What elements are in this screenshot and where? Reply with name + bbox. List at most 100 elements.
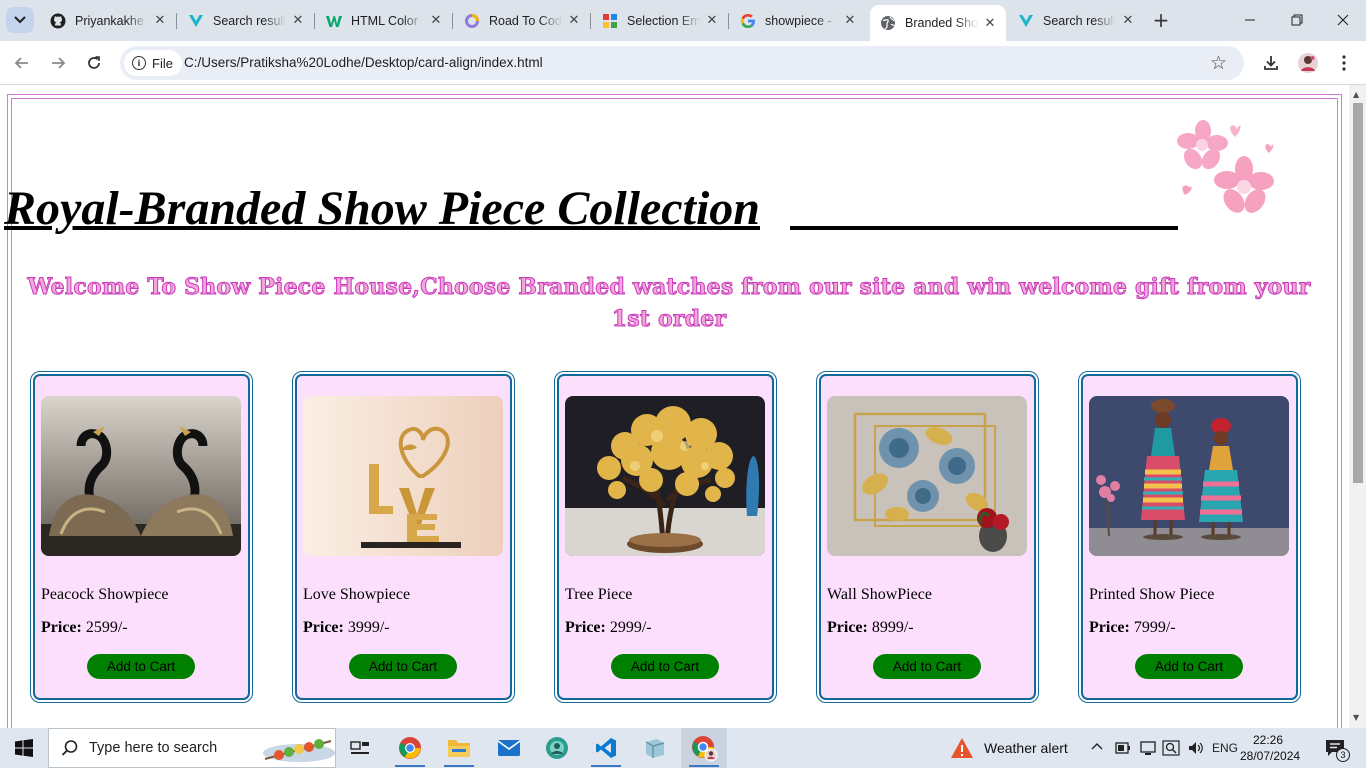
taskbar-chrome[interactable] [387, 728, 433, 768]
close-icon[interactable]: ✕ [704, 13, 720, 29]
plus-icon: + [1152, 8, 1170, 32]
language-indicator[interactable]: ENG [1212, 741, 1238, 755]
taskbar-vscode[interactable] [583, 728, 629, 768]
arrow-right-icon [52, 57, 66, 69]
start-button[interactable] [0, 728, 48, 768]
page-title: Royal-Branded Show Piece Collection [4, 182, 760, 235]
camera-privacy-icon[interactable] [1162, 740, 1180, 760]
task-view-button[interactable] [337, 728, 383, 768]
globe-icon [880, 15, 896, 31]
browser-tab-strip: Priyankakhe ✕ Search result ✕ HTML Color… [0, 0, 1366, 41]
forward-button[interactable] [45, 50, 71, 76]
scroll-down-icon[interactable]: ▼ [1353, 713, 1359, 722]
grid-logo-icon [602, 13, 618, 29]
price-value: 2999/- [609, 619, 652, 636]
add-to-cart-button[interactable]: Add to Cart [349, 654, 457, 679]
network-icon[interactable] [1139, 740, 1157, 760]
close-icon[interactable]: ✕ [566, 13, 582, 29]
tab-github[interactable]: Priyankakhe ✕ [40, 6, 176, 35]
price-value: 7999/- [1133, 619, 1176, 636]
profile-button[interactable] [1296, 51, 1320, 75]
product-price: Price: 7999/- [1089, 619, 1176, 637]
product-card: Printed Show Piece Price: 7999/- Add to … [1078, 371, 1301, 703]
tab-divider [728, 13, 729, 29]
add-to-cart-button[interactable]: Add to Cart [873, 654, 981, 679]
google-icon [740, 13, 756, 29]
vscode-icon [596, 738, 616, 758]
globe-app-icon [546, 737, 568, 759]
tab-road-to-code[interactable]: Road To Cod ✕ [454, 6, 590, 35]
tab-selection[interactable]: Selection Em ✕ [592, 6, 728, 35]
info-icon: i [132, 56, 146, 70]
taskbar-browser-app[interactable] [534, 728, 580, 768]
tab-label: Branded Sho [905, 16, 978, 30]
battery-plug-icon[interactable] [1114, 740, 1132, 760]
welcome-message: Welcome To Show Piece House,Choose Brand… [27, 274, 1311, 333]
taskbar-file-explorer[interactable] [436, 728, 482, 768]
price-label: Price: [303, 619, 344, 636]
volume-icon[interactable] [1187, 740, 1205, 760]
taskbar-search-box[interactable]: Type here to search [48, 728, 336, 768]
product-name: Peacock Showpiece [41, 586, 169, 603]
system-clock[interactable]: 22:26 28/07/2024 [1240, 732, 1300, 764]
close-icon[interactable]: ✕ [152, 13, 168, 29]
close-icon[interactable]: ✕ [1120, 13, 1136, 29]
page-scrollbar[interactable]: ▲ ▼ [1349, 85, 1366, 728]
avatar [1298, 53, 1318, 73]
notification-center-button[interactable]: 3 [1316, 736, 1350, 762]
windows-logo-icon [15, 739, 33, 757]
printed-dolls-image [1089, 396, 1289, 556]
close-icon[interactable]: ✕ [428, 13, 444, 29]
tab-search-button[interactable] [6, 7, 34, 33]
tab-showpiece-google[interactable]: showpiece - ✕ [730, 6, 866, 35]
swan-pair-image [41, 396, 241, 556]
v-logo-icon [188, 13, 204, 29]
price-label: Price: [827, 619, 868, 636]
price-value: 3999/- [347, 619, 390, 636]
taskbar-chrome-profile[interactable] [681, 728, 727, 768]
weather-widget[interactable]: Weather alert [950, 728, 1068, 768]
search-highlight-icon [263, 739, 335, 762]
close-window-button[interactable] [1329, 8, 1357, 32]
tab-branded-showpiece[interactable]: Branded Sho ✕ [870, 5, 1006, 41]
product-price: Price: 8999/- [827, 619, 914, 637]
url-text[interactable]: C:/Users/Pratiksha%20Lodhe/Desktop/card-… [184, 55, 543, 70]
search-placeholder: Type here to search [89, 740, 218, 756]
add-to-cart-button[interactable]: Add to Cart [1135, 654, 1243, 679]
reload-button[interactable] [81, 50, 107, 76]
arrow-left-icon [14, 57, 28, 69]
tab-divider [176, 13, 177, 29]
taskbar-app-cube[interactable] [632, 728, 678, 768]
tab-html-color[interactable]: HTML Color ✕ [316, 6, 452, 35]
new-tab-button[interactable]: + [1150, 8, 1172, 32]
close-icon[interactable]: ✕ [842, 13, 858, 29]
scroll-up-icon[interactable]: ▲ [1353, 90, 1359, 99]
tab-search-result-2[interactable]: Search result ✕ [1008, 6, 1144, 35]
bookmark-star-icon[interactable]: ☆ [1210, 52, 1227, 74]
tab-label: Road To Cod [489, 13, 562, 28]
tab-label: HTML Color [351, 13, 418, 28]
scrollbar-thumb[interactable] [1353, 103, 1363, 483]
site-info-chip[interactable]: i File [124, 50, 182, 76]
downloads-button[interactable] [1259, 51, 1283, 75]
browser-menu-button[interactable] [1332, 51, 1356, 75]
title-underline [790, 226, 1178, 230]
back-button[interactable] [9, 50, 35, 76]
tab-search-result-1[interactable]: Search result ✕ [178, 6, 314, 35]
add-to-cart-button[interactable]: Add to Cart [611, 654, 719, 679]
close-icon[interactable]: ✕ [982, 15, 998, 31]
restore-button[interactable] [1283, 8, 1311, 32]
mail-icon [497, 740, 521, 756]
add-to-cart-button[interactable]: Add to Cart [87, 654, 195, 679]
search-icon [61, 740, 78, 756]
task-view-icon [350, 741, 369, 754]
minimize-button[interactable] [1236, 8, 1264, 32]
product-card: Love Showpiece Price: 3999/- Add to Cart [292, 371, 515, 703]
address-bar[interactable]: i File C:/Users/Pratiksha%20Lodhe/Deskto… [120, 46, 1244, 80]
taskbar-mail[interactable] [486, 728, 532, 768]
notification-badge: 3 [1336, 748, 1350, 762]
close-icon[interactable]: ✕ [290, 13, 306, 29]
product-card: Tree Piece Price: 2999/- Add to Cart [554, 371, 777, 703]
tab-label: Selection Em [627, 13, 700, 28]
chevron-up-icon[interactable] [1091, 740, 1103, 755]
